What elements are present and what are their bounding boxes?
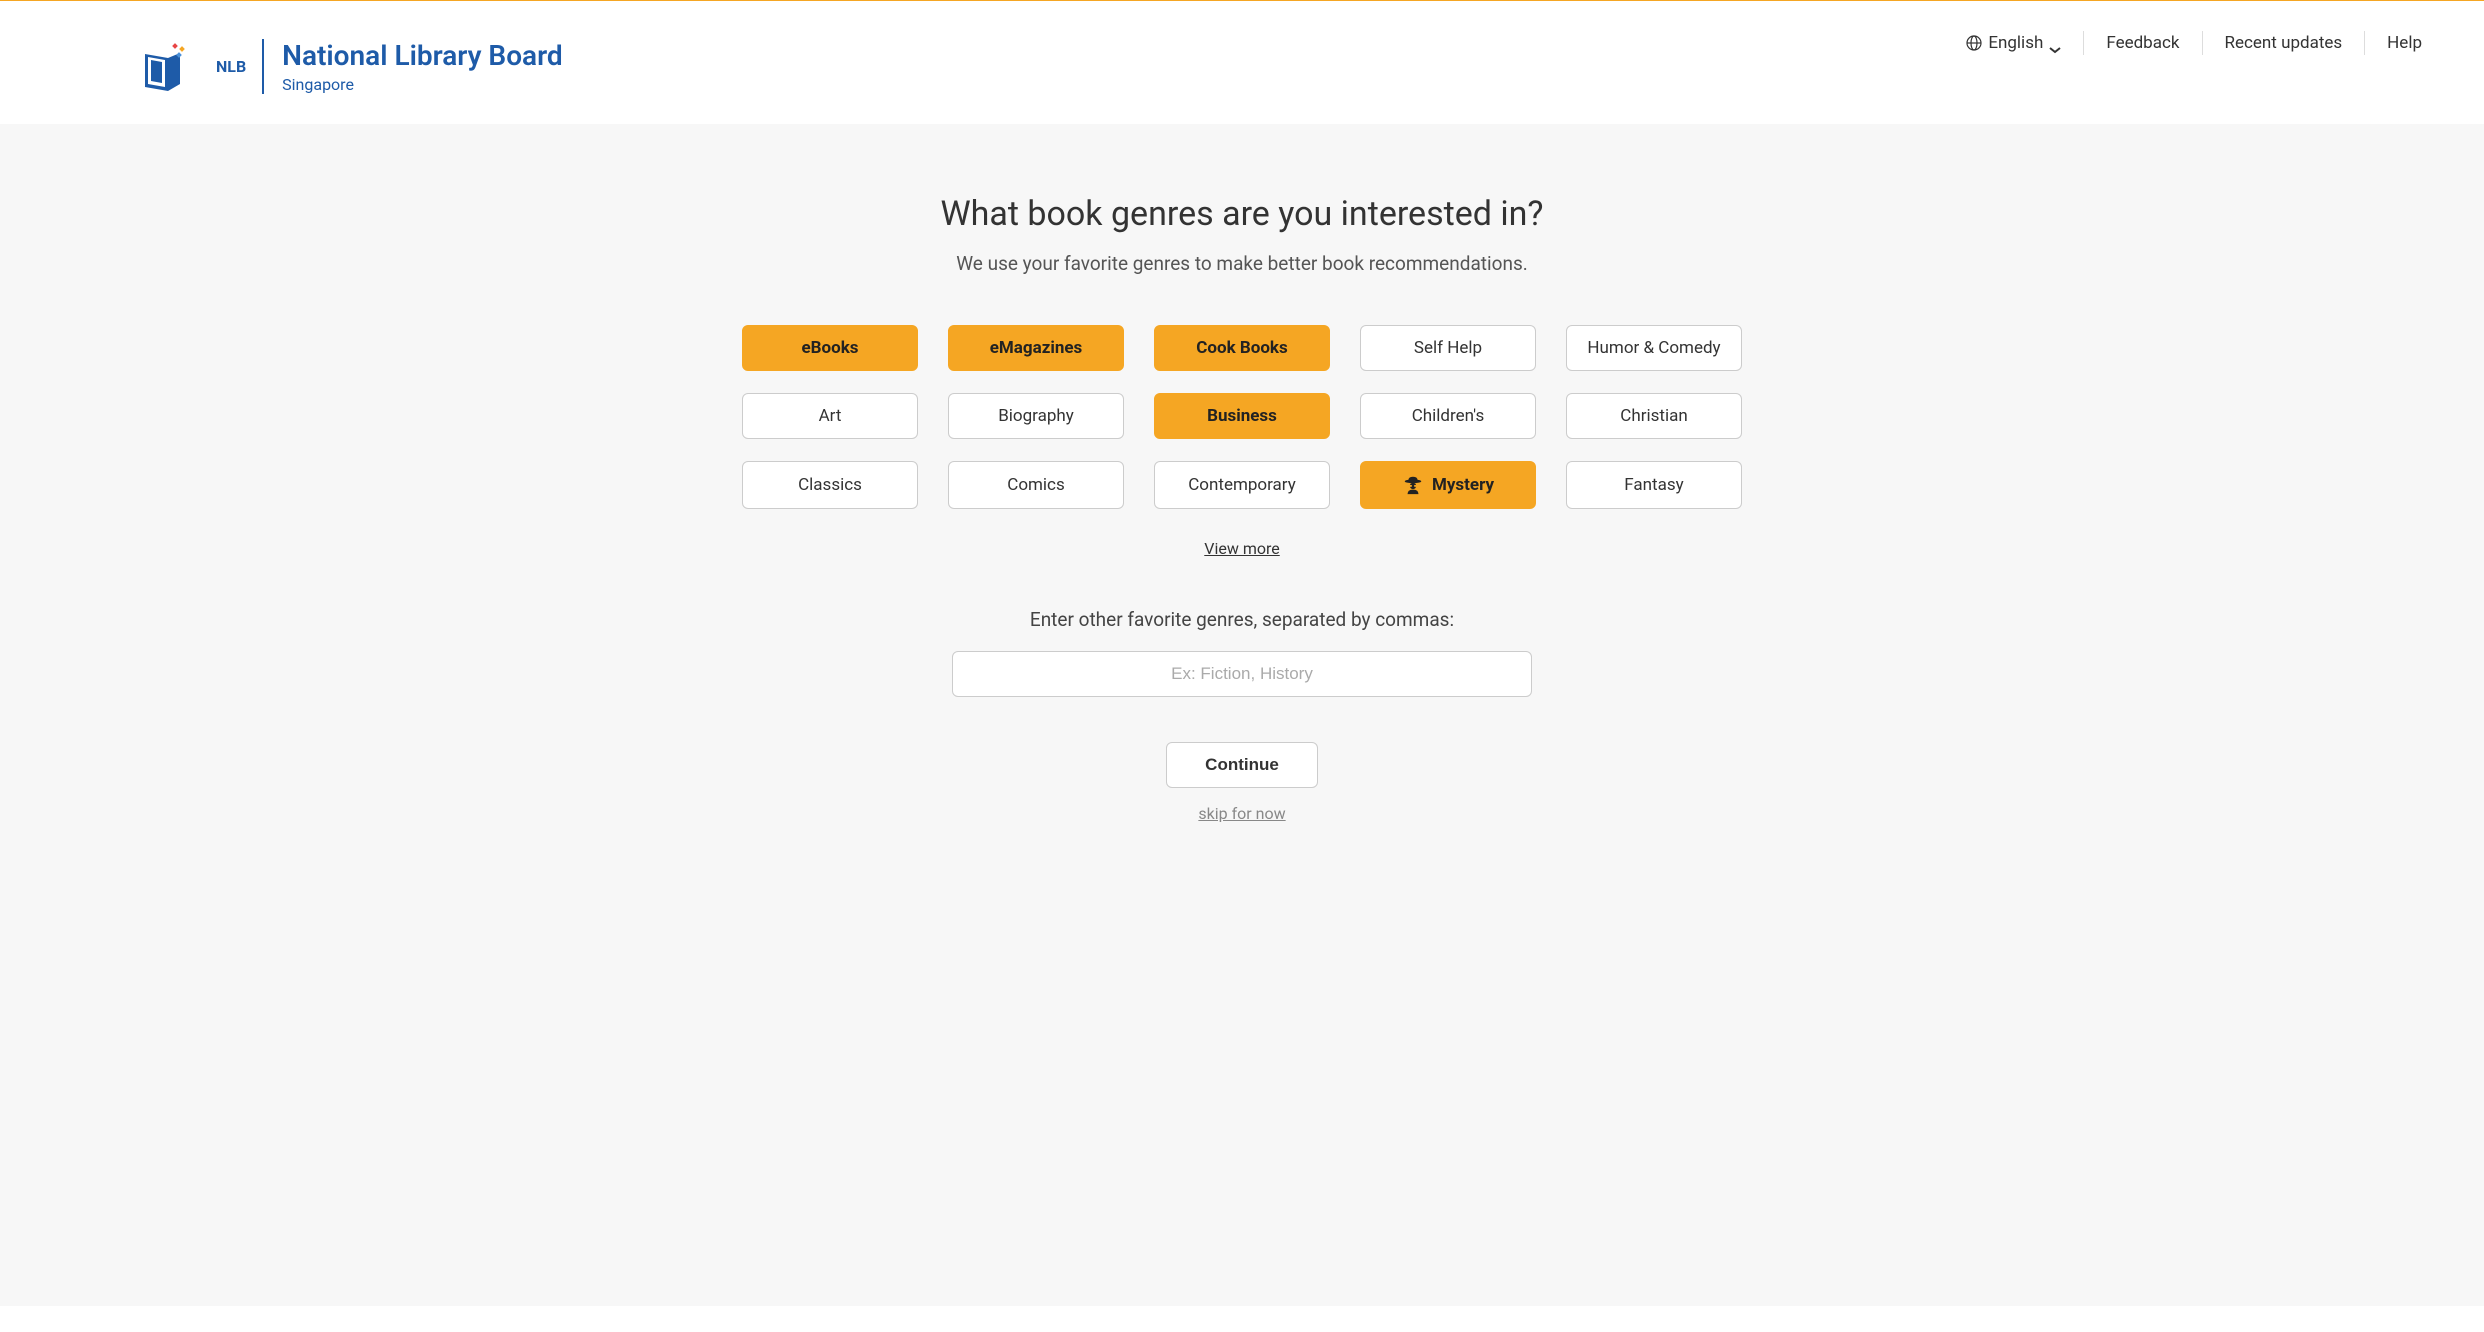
- genre-chip-self-help[interactable]: Self Help: [1360, 325, 1536, 371]
- genre-chip-humor-comedy[interactable]: Humor & Comedy: [1566, 325, 1742, 371]
- logo-sub-text: Singapore: [282, 75, 563, 94]
- genre-input[interactable]: [952, 651, 1532, 697]
- page-subtitle: We use your favorite genres to make bett…: [692, 252, 1792, 275]
- genre-label: Fantasy: [1624, 475, 1683, 495]
- genre-grid: eBooks eMagazines Cook Books Self Help Humor…: [742, 325, 1742, 509]
- continue-button[interactable]: Continue: [1166, 742, 1318, 788]
- genre-chip-biography[interactable]: Biography: [948, 393, 1124, 439]
- genre-chip-fantasy[interactable]: Fantasy: [1566, 461, 1742, 509]
- logo-text: National Library Board Singapore: [262, 39, 563, 94]
- genre-chip-comics[interactable]: Comics: [948, 461, 1124, 509]
- genre-chip-classics[interactable]: Classics: [742, 461, 918, 509]
- genre-chip-cook-books[interactable]: Cook Books: [1154, 325, 1330, 371]
- genre-label: Business: [1207, 406, 1277, 426]
- genre-label: Cook Books: [1196, 338, 1287, 358]
- content-wrapper: What book genres are you interested in? …: [692, 194, 1792, 823]
- genre-chip-christian[interactable]: Christian: [1566, 393, 1742, 439]
- genre-label: Biography: [998, 406, 1074, 426]
- genre-label: Self Help: [1414, 338, 1482, 358]
- genre-label: Mystery: [1432, 475, 1494, 495]
- nav-recent-updates[interactable]: Recent updates: [2203, 31, 2366, 55]
- genre-label: eBooks: [801, 338, 858, 358]
- logo-abbr: NLB: [216, 57, 246, 76]
- genre-chip-business[interactable]: Business: [1154, 393, 1330, 439]
- nav-feedback[interactable]: Feedback: [2084, 31, 2202, 55]
- view-more-link[interactable]: View more: [1204, 539, 1279, 558]
- header-nav: English Feedback Recent updates Help: [1944, 21, 2444, 55]
- genre-chip-children-s[interactable]: Children's: [1360, 393, 1536, 439]
- chevron-down-icon: [2049, 39, 2061, 47]
- genre-chip-mystery[interactable]: Mystery: [1360, 461, 1536, 509]
- genre-label: Classics: [798, 475, 862, 495]
- genre-chip-art[interactable]: Art: [742, 393, 918, 439]
- skip-link[interactable]: skip for now: [692, 804, 1792, 823]
- genre-chip-contemporary[interactable]: Contemporary: [1154, 461, 1330, 509]
- genre-label: Children's: [1412, 406, 1485, 426]
- detective-icon: [1402, 474, 1424, 496]
- language-label: English: [1988, 33, 2043, 53]
- globe-icon: [1966, 35, 1982, 51]
- genre-label: Contemporary: [1188, 475, 1296, 495]
- genre-label: eMagazines: [990, 338, 1083, 358]
- nav-help[interactable]: Help: [2365, 31, 2444, 55]
- genre-label: Christian: [1620, 406, 1687, 426]
- genre-label: Art: [819, 406, 842, 426]
- genre-label: Humor & Comedy: [1587, 338, 1720, 358]
- page-title: What book genres are you interested in?: [692, 194, 1792, 234]
- nlb-logo-icon: [140, 39, 200, 94]
- main-content: What book genres are you interested in? …: [0, 124, 2484, 1306]
- genre-label: Comics: [1007, 475, 1064, 495]
- genre-chip-ebooks[interactable]: eBooks: [742, 325, 918, 371]
- header: NLB National Library Board Singapore Eng…: [0, 0, 2484, 124]
- genre-chip-emagazines[interactable]: eMagazines: [948, 325, 1124, 371]
- logo-main-text: National Library Board: [282, 39, 563, 73]
- language-selector[interactable]: English: [1944, 31, 2084, 55]
- genre-input-label: Enter other favorite genres, separated b…: [692, 608, 1792, 631]
- logo[interactable]: NLB National Library Board Singapore: [140, 21, 563, 94]
